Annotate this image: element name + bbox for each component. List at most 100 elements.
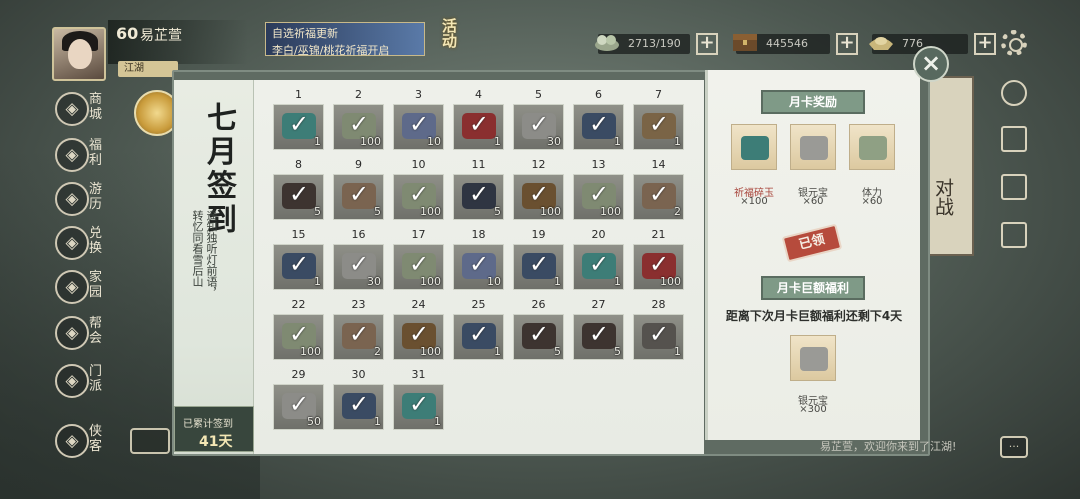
signin-day-cell[interactable]: 23 ✓ 2 <box>333 298 384 360</box>
stamina-icon <box>859 136 887 160</box>
signin-day-cell[interactable]: 3 ✓ 10 <box>393 88 444 150</box>
signin-day-cell[interactable]: 15 ✓ 1 <box>273 228 324 290</box>
signin-day-number: 5 <box>535 88 542 101</box>
signin-reward-qty: 30 <box>367 275 381 288</box>
chat-bubble-icon[interactable]: ··· <box>1000 436 1028 458</box>
hand-gesture-icon[interactable] <box>1001 80 1027 106</box>
signin-day-cell[interactable]: 10 ✓ 100 <box>393 158 444 220</box>
signin-day-number: 9 <box>355 158 362 171</box>
left-menu-label: 门派 <box>89 364 103 394</box>
event-banner[interactable]: 自选祈福更新 李白/巫锦/桃花祈福开启 <box>265 22 425 57</box>
signin-reward-tile: ✓ 50 <box>273 384 324 430</box>
avatar[interactable] <box>52 27 106 81</box>
signin-day-cell[interactable]: 8 ✓ 5 <box>273 158 324 220</box>
signin-reward-tile: ✓ 10 <box>393 104 444 150</box>
signin-day-cell[interactable]: 25 ✓ 1 <box>453 298 504 360</box>
signin-day-number: 12 <box>531 158 546 171</box>
left-menu-label: 游历 <box>89 182 103 212</box>
add-jade-button[interactable]: + <box>696 33 718 55</box>
close-button[interactable]: × <box>913 46 949 82</box>
signin-day-cell[interactable]: 16 ✓ 30 <box>333 228 384 290</box>
scroll-icon[interactable] <box>1001 174 1027 200</box>
signin-reward-tile: ✓ 5 <box>573 314 624 360</box>
add-chest-button[interactable]: + <box>836 33 858 55</box>
signin-poem-line2: 转忆同看雪后山 <box>191 210 204 287</box>
checkmark-icon: ✓ <box>408 320 430 348</box>
signin-day-cell[interactable]: 19 ✓ 1 <box>513 228 564 290</box>
signin-day-cell[interactable]: 29 ✓ 50 <box>273 368 324 430</box>
signin-reward-qty: 10 <box>427 135 441 148</box>
sect-tag[interactable]: 江湖 <box>118 61 178 77</box>
signin-day-cell[interactable]: 18 ✓ 10 <box>453 228 504 290</box>
signin-day-cell[interactable]: 27 ✓ 5 <box>573 298 624 360</box>
add-silver-button[interactable]: + <box>974 33 996 55</box>
signin-reward-tile: ✓ 100 <box>333 104 384 150</box>
signin-reward-tile: ✓ 30 <box>513 104 564 150</box>
checkmark-icon: ✓ <box>648 250 670 278</box>
chat-toggle-icon[interactable] <box>130 428 170 454</box>
left-menu-label: 帮会 <box>89 316 103 346</box>
resource-silver-value: 776 <box>902 37 923 50</box>
event-label[interactable]: 活动 <box>425 18 459 48</box>
chat-tip: 易芷萱，欢迎你来到了江湖! <box>820 440 957 453</box>
monthly-reward-item-3[interactable] <box>849 124 895 170</box>
signin-day-cell[interactable]: 2 ✓ 100 <box>333 88 384 150</box>
checkmark-icon: ✓ <box>588 250 610 278</box>
checkmark-icon: ✓ <box>588 180 610 208</box>
signin-day-cell[interactable]: 14 ✓ 2 <box>633 158 684 220</box>
signin-day-number: 21 <box>651 228 666 241</box>
checkmark-icon: ✓ <box>648 180 670 208</box>
signin-day-cell[interactable]: 7 ✓ 1 <box>633 88 684 150</box>
signin-day-number: 4 <box>475 88 482 101</box>
signin-day-number: 7 <box>655 88 662 101</box>
signin-day-cell[interactable]: 28 ✓ 1 <box>633 298 684 360</box>
exchange-icon: ◈ <box>55 226 89 260</box>
signin-day-cell[interactable]: 5 ✓ 30 <box>513 88 564 150</box>
signin-day-number: 31 <box>411 368 426 381</box>
signin-day-cell[interactable]: 20 ✓ 1 <box>573 228 624 290</box>
monthly-big-reward-item[interactable] <box>790 335 836 381</box>
resource-jade: 2713/190 + <box>595 33 718 55</box>
signin-day-number: 22 <box>291 298 306 311</box>
signin-reward-qty: 1 <box>314 135 321 148</box>
signin-reward-tile: ✓ 5 <box>513 314 564 360</box>
signin-reward-qty: 30 <box>547 135 561 148</box>
signin-day-number: 10 <box>411 158 426 171</box>
signin-day-cell[interactable]: 17 ✓ 100 <box>393 228 444 290</box>
signin-day-cell[interactable]: 13 ✓ 100 <box>573 158 624 220</box>
monthly-reward-item-1[interactable] <box>731 124 777 170</box>
signin-reward-qty: 100 <box>420 275 441 288</box>
signin-reward-qty: 1 <box>674 345 681 358</box>
signin-day-cell[interactable]: 12 ✓ 100 <box>513 158 564 220</box>
signin-day-cell[interactable]: 22 ✓ 100 <box>273 298 324 360</box>
signin-reward-qty: 5 <box>494 205 501 218</box>
signin-day-number: 17 <box>411 228 426 241</box>
monthly-reward-item-2[interactable] <box>790 124 836 170</box>
signin-reward-tile: ✓ 5 <box>273 174 324 220</box>
left-menu-label: 福利 <box>89 138 103 168</box>
signin-day-number: 18 <box>471 228 486 241</box>
signin-poem: 遥知独听灯前语， 转忆同看雪后山 <box>190 210 218 400</box>
signin-day-cell[interactable]: 4 ✓ 1 <box>453 88 504 150</box>
settings-gear-icon[interactable] <box>1001 30 1027 56</box>
checkmark-icon: ✓ <box>468 250 490 278</box>
checkmark-icon: ✓ <box>408 180 430 208</box>
monthly-big-reward-qty: ×300 <box>799 404 827 415</box>
task-list-icon[interactable] <box>1001 126 1027 152</box>
signin-day-cell[interactable]: 9 ✓ 5 <box>333 158 384 220</box>
signin-day-number: 2 <box>355 88 362 101</box>
signin-reward-qty: 1 <box>314 275 321 288</box>
signin-day-cell[interactable]: 6 ✓ 1 <box>573 88 624 150</box>
hero-icon: ◈ <box>55 424 89 458</box>
checklist-icon[interactable] <box>1001 222 1027 248</box>
left-menu-label: 商城 <box>89 92 103 122</box>
signin-day-cell[interactable]: 31 ✓ 1 <box>393 368 444 430</box>
signin-day-cell[interactable]: 24 ✓ 100 <box>393 298 444 360</box>
signin-day-cell[interactable]: 26 ✓ 5 <box>513 298 564 360</box>
signin-day-cell[interactable]: 1 ✓ 1 <box>273 88 324 150</box>
signin-day-cell[interactable]: 11 ✓ 5 <box>453 158 504 220</box>
signin-day-cell[interactable]: 21 ✓ 100 <box>633 228 684 290</box>
signin-day-number: 25 <box>471 298 486 311</box>
silver-ingot-icon <box>800 136 828 160</box>
signin-day-cell[interactable]: 30 ✓ 1 <box>333 368 384 430</box>
